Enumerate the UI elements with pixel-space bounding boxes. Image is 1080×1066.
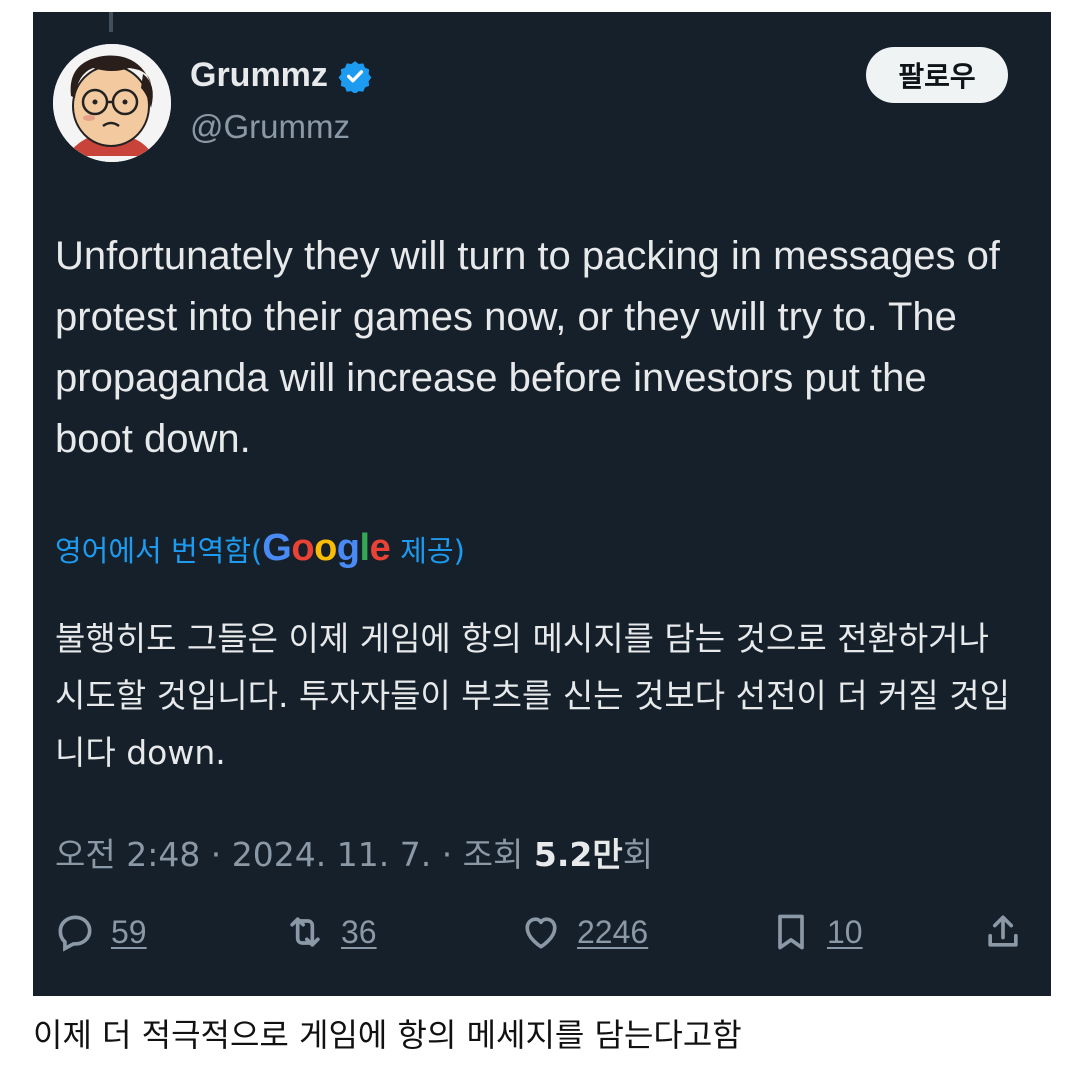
share-icon [988, 915, 1018, 947]
google-logo: Google [262, 527, 391, 569]
tweet-card: Grummz @Grummz 팔로우 Unfortunately they wi… [33, 12, 1051, 996]
retweet-icon [290, 917, 320, 947]
translation-attribution[interactable]: 영어에서 번역함( Google 제공) [55, 527, 465, 570]
share-button[interactable] [981, 910, 1025, 954]
avatar[interactable] [53, 44, 171, 162]
like-count[interactable]: 2246 [577, 914, 648, 951]
timestamp[interactable]: 오전 2:48 · 2024. 11. 7. · 조회 [55, 835, 534, 874]
view-count: 5.2만 [533, 835, 623, 874]
like-button[interactable]: 2246 [519, 910, 648, 954]
action-bar: 59 36 2246 10 [53, 910, 1033, 960]
tweet-text: Unfortunately they will turn to packing … [55, 234, 1000, 461]
verified-badge-icon [338, 60, 372, 93]
bookmark-count[interactable]: 10 [827, 914, 863, 951]
avatar-cartoon-icon [53, 44, 171, 162]
thread-line [109, 12, 113, 32]
follow-button[interactable]: 팔로우 [866, 47, 1008, 103]
tweet-meta: 오전 2:48 · 2024. 11. 7. · 조회 5.2만회 [55, 828, 653, 876]
reply-count[interactable]: 59 [111, 914, 147, 951]
bookmark-button[interactable]: 10 [769, 910, 863, 954]
retweet-button[interactable]: 36 [283, 910, 377, 954]
view-suffix: 회 [622, 835, 654, 874]
translation-suffix[interactable]: 제공) [400, 528, 465, 570]
reply-button[interactable]: 59 [53, 910, 147, 954]
bookmark-icon [778, 914, 804, 950]
like-icon [525, 917, 557, 949]
post-caption: 이제 더 적극적으로 게임에 항의 메세지를 담는다고함 [33, 1016, 742, 1054]
retweet-count[interactable]: 36 [341, 914, 377, 951]
user-handle[interactable]: @Grummz [190, 108, 350, 146]
reply-icon [58, 915, 92, 952]
translation-prefix[interactable]: 영어에서 번역함( [55, 528, 262, 570]
translated-text: 불행히도 그들은 이제 게임에 항의 메시지를 담는 것으로 전환하거나 시도할… [55, 619, 1010, 772]
display-name-text[interactable]: Grummz [190, 56, 328, 95]
display-name[interactable]: Grummz [190, 56, 372, 95]
